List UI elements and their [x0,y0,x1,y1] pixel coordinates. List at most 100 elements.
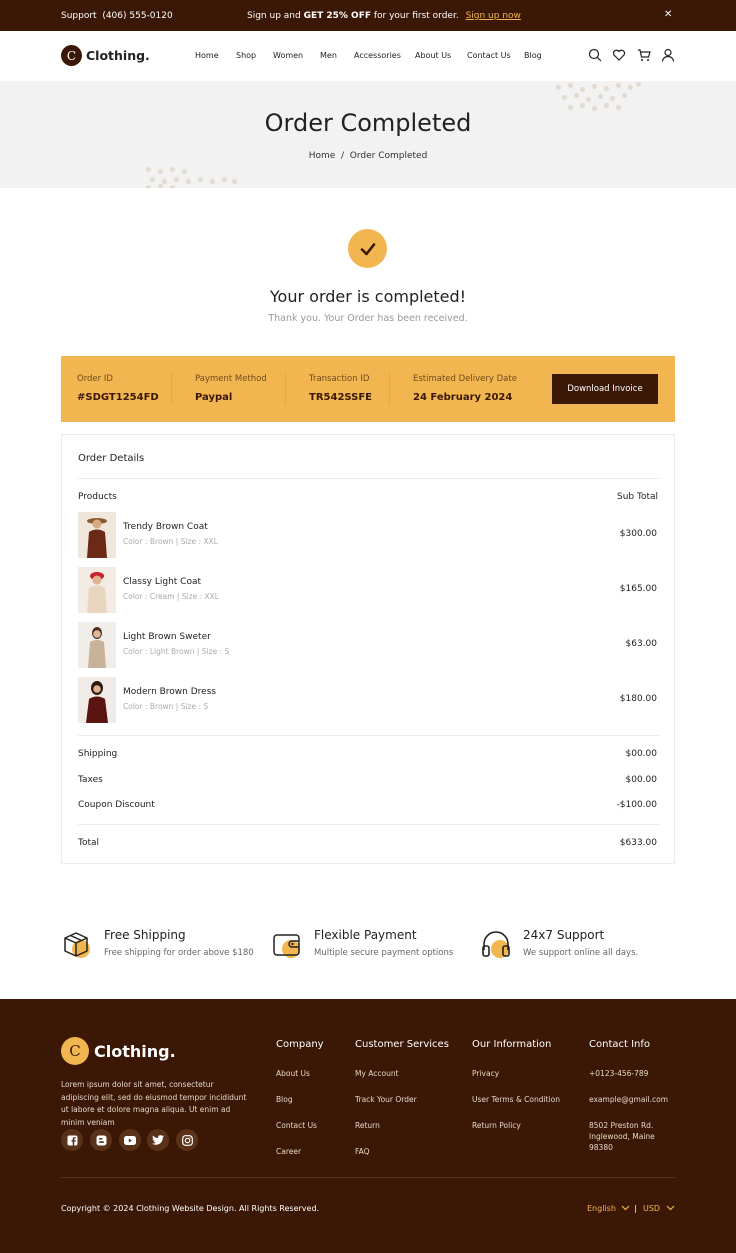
site-footer: C Clothing. Lorem ipsum dolor sit amet, … [0,999,736,1253]
product-row[interactable]: Light Brown Sweter Color : Light Brown |… [78,622,660,668]
nav-accessories[interactable]: Accessories [354,51,401,60]
product-row[interactable]: Trendy Brown Coat Color : Brown | Size :… [78,512,660,558]
footer-link-privacy[interactable]: Privacy [472,1068,560,1079]
footer-link-about[interactable]: About Us [276,1068,324,1079]
footer-link-return[interactable]: Return [355,1120,449,1131]
transaction-block: Transaction ID TR542SSFE [309,374,372,403]
support-phone[interactable]: (406) 555-0120 [102,11,172,21]
footer-description: Lorem ipsum dolor sit amet, consectetur … [61,1080,247,1127]
instagram-icon[interactable] [176,1129,198,1151]
close-icon[interactable]: ✕ [664,9,672,20]
selector-divider: | [634,1204,637,1213]
feature-title: Free Shipping [104,928,186,942]
product-image[interactable] [78,567,116,613]
feature-title: Flexible Payment [314,928,417,942]
features-strip: Free Shipping Free shipping for order ab… [0,926,736,966]
delivery-value: 24 February 2024 [413,392,513,403]
language-select[interactable]: English [587,1204,630,1213]
footer-email[interactable]: example@gmail.com [589,1094,679,1105]
order-details-card: Order Details Products Sub Total Trendy … [61,434,675,864]
order-completed-heading: Your order is completed! [269,287,467,306]
language-value: English [587,1204,616,1213]
nav-contact-us[interactable]: Contact Us [467,51,511,60]
product-price: $180.00 [619,694,657,704]
promo-text: Sign up and GET 25% OFF for your first o… [247,11,521,21]
product-name[interactable]: Classy Light Coat [123,577,201,587]
announcement-bar: Support (406) 555-0120 Sign up and GET 2… [0,0,736,31]
footer-link-terms[interactable]: User Terms & Condition [472,1094,560,1105]
promo-pre: Sign up and [247,11,304,21]
footer-link-account[interactable]: My Account [355,1068,449,1079]
product-meta: Color : Brown | Size : XXL [123,537,218,546]
footer-contact-column: Contact Info +0123-456-789 example@gmail… [589,1039,679,1168]
logo[interactable]: C Clothing. [61,45,150,66]
search-icon[interactable] [588,48,602,62]
product-name[interactable]: Light Brown Sweter [123,632,211,642]
footer-information-column: Our Information Privacy User Terms & Con… [472,1039,560,1146]
product-row[interactable]: Classy Light Coat Color : Cream | Size :… [78,567,660,613]
nav-men[interactable]: Men [320,51,337,60]
taxes-label: Taxes [78,775,103,785]
headphones-icon [482,931,510,958]
shipping-row: Shipping $00.00 [78,749,660,759]
nav-women[interactable]: Women [273,51,303,60]
footer-logo[interactable]: C Clothing. [61,1037,176,1065]
product-image[interactable] [78,677,116,723]
nav-about-us[interactable]: About Us [415,51,451,60]
payment-block: Payment Method Paypal [195,374,267,403]
product-name[interactable]: Modern Brown Dress [123,687,216,697]
payment-label: Payment Method [195,374,267,384]
product-name[interactable]: Trendy Brown Coat [123,522,208,532]
order-id-label: Order ID [77,374,113,384]
footer-heading: Our Information [472,1039,552,1050]
user-icon[interactable] [661,48,675,62]
footer-link-return-policy[interactable]: Return Policy [472,1120,560,1131]
blogger-icon[interactable] [90,1129,112,1151]
coupon-row: Coupon Discount -$100.00 [78,800,660,810]
nav-home[interactable]: Home [195,51,219,60]
footer-link-blog[interactable]: Blog [276,1094,324,1105]
order-summary-bar: Order ID #SDGT1254FD Payment Method Payp… [61,356,675,422]
delivery-block: Estimated Delivery Date 24 February 2024 [413,374,517,403]
footer-heading: Contact Info [589,1039,651,1050]
heart-icon[interactable] [612,48,626,62]
taxes-row: Taxes $00.00 [78,775,660,785]
product-image[interactable] [78,512,116,558]
product-row[interactable]: Modern Brown Dress Color : Brown | Size … [78,677,660,723]
download-invoice-button[interactable]: Download Invoice [552,374,658,404]
footer-link-contact[interactable]: Contact Us [276,1120,324,1131]
youtube-icon[interactable] [119,1129,141,1151]
total-label: Total [78,838,100,848]
nav-shop[interactable]: Shop [236,51,256,60]
check-icon [348,229,387,268]
product-meta: Color : Cream | Size : XXL [123,592,219,601]
site-header: C Clothing. Home Shop Women Men Accessor… [0,31,736,81]
support-contact: Support (406) 555-0120 [61,11,173,21]
feature-subtitle: Multiple secure payment options [314,948,454,958]
order-details-title: Order Details [78,453,145,464]
order-received-text: Thank you. Your Order has been received. [268,313,468,324]
footer-link-career[interactable]: Career [276,1146,324,1157]
shipping-label: Shipping [78,749,118,759]
chevron-down-icon [622,1205,630,1211]
order-id-block: Order ID #SDGT1254FD [77,374,159,403]
delivery-label: Estimated Delivery Date [413,374,517,384]
footer-phone[interactable]: +0123-456-789 [589,1068,679,1079]
nav-blog[interactable]: Blog [524,51,542,60]
twitter-icon[interactable] [147,1129,169,1151]
breadcrumb-home[interactable]: Home [309,151,336,161]
support-label: Support [61,11,97,21]
divider [78,478,660,479]
facebook-icon[interactable] [61,1129,83,1151]
footer-link-track[interactable]: Track Your Order [355,1094,449,1105]
payment-value: Paypal [195,392,233,403]
currency-select[interactable]: USD [643,1204,675,1213]
footer-link-faq[interactable]: FAQ [355,1146,449,1157]
transaction-value: TR542SSFE [309,392,373,403]
cart-icon[interactable] [637,48,651,62]
divider [285,373,286,405]
signup-link[interactable]: Sign up now [466,11,521,21]
breadcrumb: Home / Order Completed [0,151,736,161]
footer-company-column: Company About Us Blog Contact Us Career [276,1039,324,1172]
product-image[interactable] [78,622,116,668]
